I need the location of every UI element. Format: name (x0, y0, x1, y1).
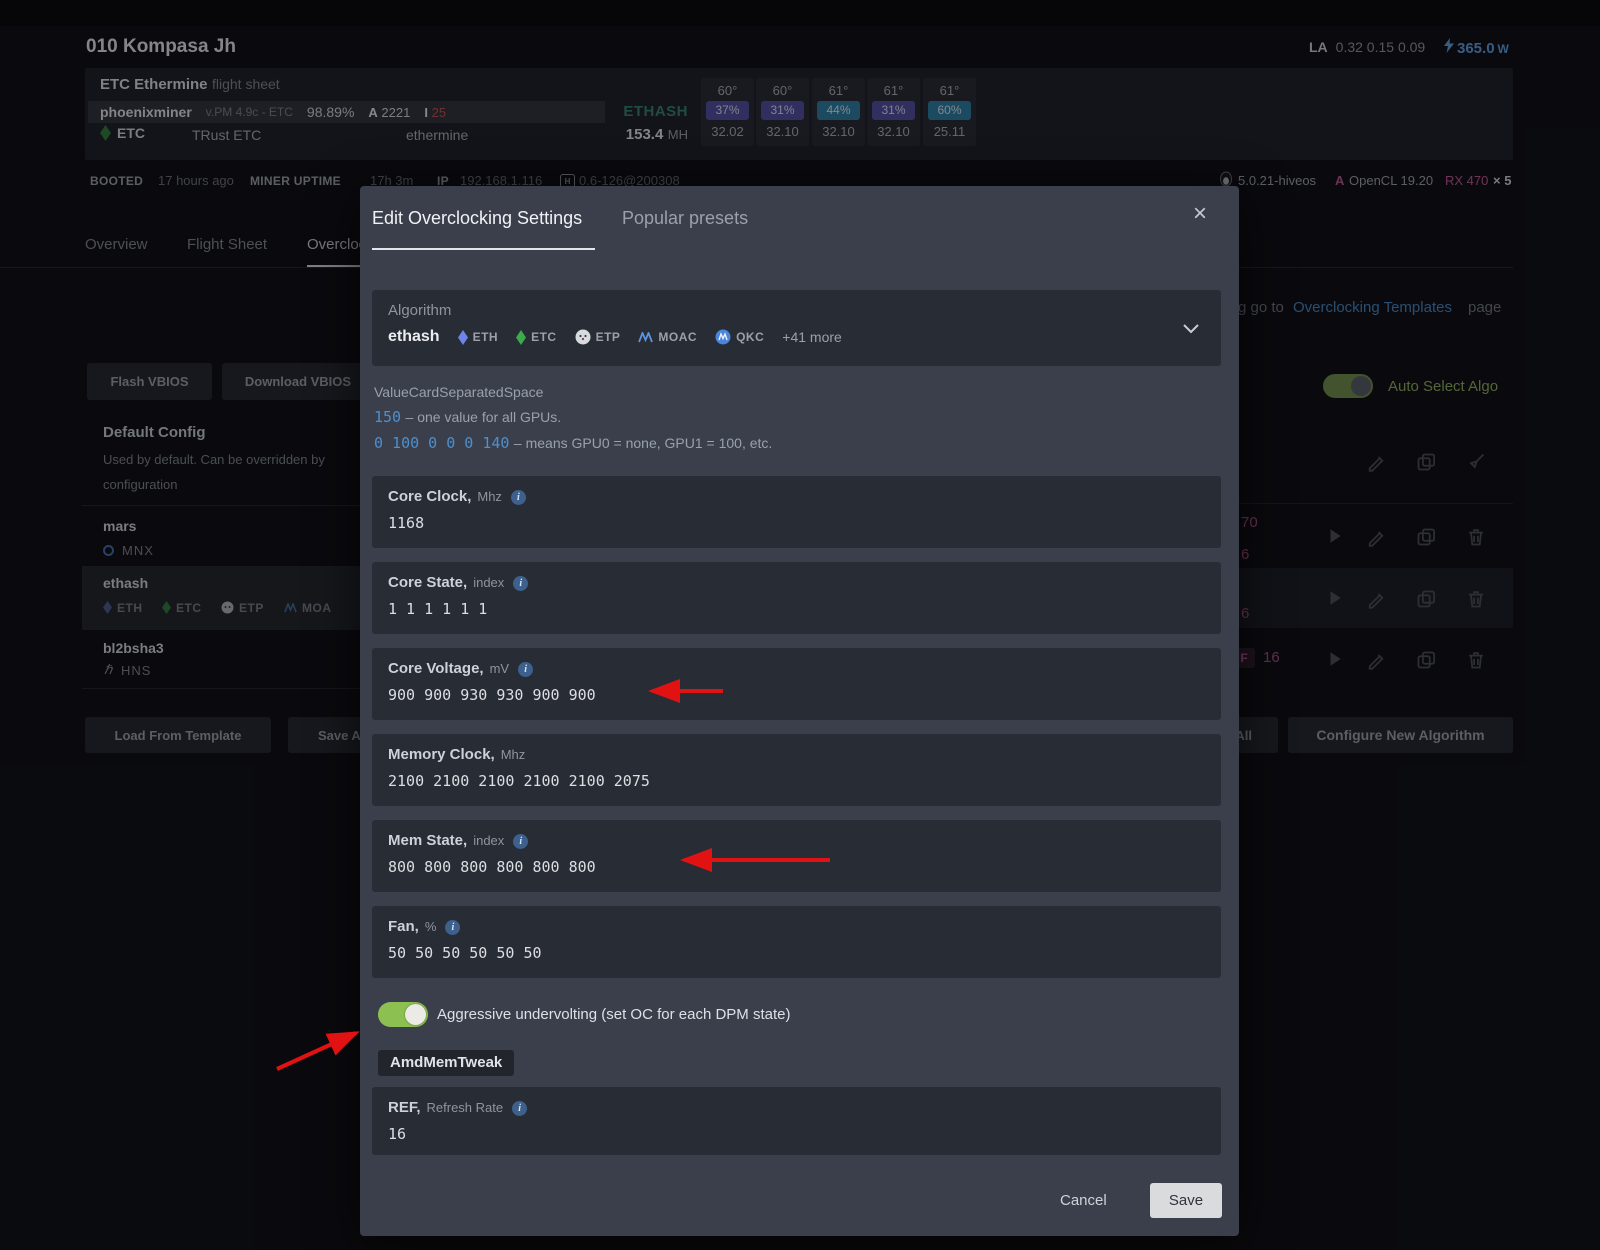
algorithm-select[interactable]: Algorithm ethash ETH ETC ETP MOAC (372, 290, 1221, 366)
field-ref-refresh-rate[interactable]: REF, Refresh Rate i 16 (372, 1087, 1221, 1155)
chevron-down-icon[interactable] (1183, 324, 1199, 334)
etp-coin-icon (575, 329, 591, 345)
modal-active-tab-underline (372, 248, 595, 250)
aggressive-undervolting-toggle[interactable] (378, 1002, 428, 1027)
coin-label: QKC (736, 330, 764, 344)
modal-tab-popular-presets[interactable]: Popular presets (622, 208, 748, 229)
amdmemtweak-badge: AmdMemTweak (378, 1050, 514, 1076)
qkc-coin-icon (715, 329, 731, 345)
coin-etc: ETC (516, 330, 557, 345)
field-unit: Mhz (477, 489, 502, 504)
coin-moac: MOAC (638, 330, 697, 344)
coin-etp: ETP (575, 329, 621, 345)
field-value[interactable]: 1 1 1 1 1 1 (388, 600, 487, 618)
algorithm-value-row: ethash ETH ETC ETP MOAC (388, 328, 842, 346)
info-icon[interactable]: i (512, 1101, 527, 1116)
info-icon[interactable]: i (513, 834, 528, 849)
field-unit: mV (490, 661, 510, 676)
info-icon[interactable]: i (445, 920, 460, 935)
hint-line-2: 0 100 0 0 0 140 – means GPU0 = none, GPU… (374, 434, 772, 453)
field-mem-state[interactable]: Mem State, indexi 800 800 800 800 800 800 (372, 820, 1221, 892)
field-label: REF, (388, 1099, 421, 1116)
coin-qkc: QKC (715, 329, 764, 345)
field-unit: index (473, 833, 504, 848)
coin-label: ETC (531, 330, 557, 344)
algorithm-value: ethash (388, 328, 440, 346)
etc-coin-icon (516, 330, 526, 345)
info-icon[interactable]: i (518, 662, 533, 677)
close-icon[interactable]: × (1193, 204, 1207, 224)
field-core-voltage[interactable]: Core Voltage, mV i 900 900 930 930 900 900 (372, 648, 1221, 720)
save-button[interactable]: Save (1150, 1183, 1222, 1218)
coin-label: ETP (596, 330, 621, 344)
field-value[interactable]: 1168 (388, 514, 424, 532)
algorithm-label: Algorithm (388, 302, 451, 319)
cancel-button[interactable]: Cancel (1060, 1192, 1107, 1209)
field-label: Memory Clock, (388, 746, 495, 763)
hint-line-1: 150 – one value for all GPUs. (374, 408, 561, 427)
field-unit: Refresh Rate (427, 1100, 504, 1115)
hint-code-2: 0 100 0 0 0 140 (374, 434, 509, 452)
edit-overclocking-modal: Edit Overclocking Settings Popular prese… (360, 186, 1239, 1236)
field-memory-clock[interactable]: Memory Clock, Mhz 2100 2100 2100 2100 210… (372, 734, 1221, 806)
field-label: Core State, (388, 574, 467, 591)
field-label: Mem State, (388, 832, 467, 849)
info-icon[interactable]: i (513, 576, 528, 591)
info-icon[interactable]: i (511, 490, 526, 505)
app-screen: 010 Kompasa Jh LA 0.32 0.15 0.09 365.0 W… (0, 0, 1600, 1250)
hint-code-1: 150 (374, 408, 401, 426)
coin-eth: ETH (458, 330, 499, 345)
field-label: Core Clock, (388, 488, 471, 505)
field-label: Fan, (388, 918, 419, 935)
field-core-clock[interactable]: Core Clock, Mhzi 1168 (372, 476, 1221, 548)
field-unit: % (425, 919, 437, 934)
field-value[interactable]: 800 800 800 800 800 800 (388, 858, 596, 876)
field-value[interactable]: 2100 2100 2100 2100 2100 2075 (388, 772, 650, 790)
field-value[interactable]: 50 50 50 50 50 50 (388, 944, 542, 962)
hint-text-2: – means GPU0 = none, GPU1 = 100, etc. (514, 435, 772, 451)
hint-text-1: – one value for all GPUs. (406, 409, 562, 425)
field-value[interactable]: 16 (388, 1125, 406, 1143)
field-label: Core Voltage, (388, 660, 484, 677)
coin-label: ETH (473, 330, 499, 344)
hint-title: ValueCardSeparatedSpace (374, 384, 543, 400)
more-algos-label: +41 more (782, 329, 842, 345)
toggle-knob (405, 1004, 426, 1025)
field-unit: Mhz (501, 747, 526, 762)
aggressive-undervolting-label: Aggressive undervolting (set OC for each… (437, 1006, 790, 1023)
modal-tab-edit-settings[interactable]: Edit Overclocking Settings (372, 208, 582, 229)
field-unit: index (473, 575, 504, 590)
field-value[interactable]: 900 900 930 930 900 900 (388, 686, 596, 704)
coin-label: MOAC (658, 330, 697, 344)
moac-coin-icon (638, 332, 653, 343)
eth-coin-icon (458, 330, 468, 345)
field-core-state[interactable]: Core State, indexi 1 1 1 1 1 1 (372, 562, 1221, 634)
field-fan[interactable]: Fan,% i 50 50 50 50 50 50 (372, 906, 1221, 978)
